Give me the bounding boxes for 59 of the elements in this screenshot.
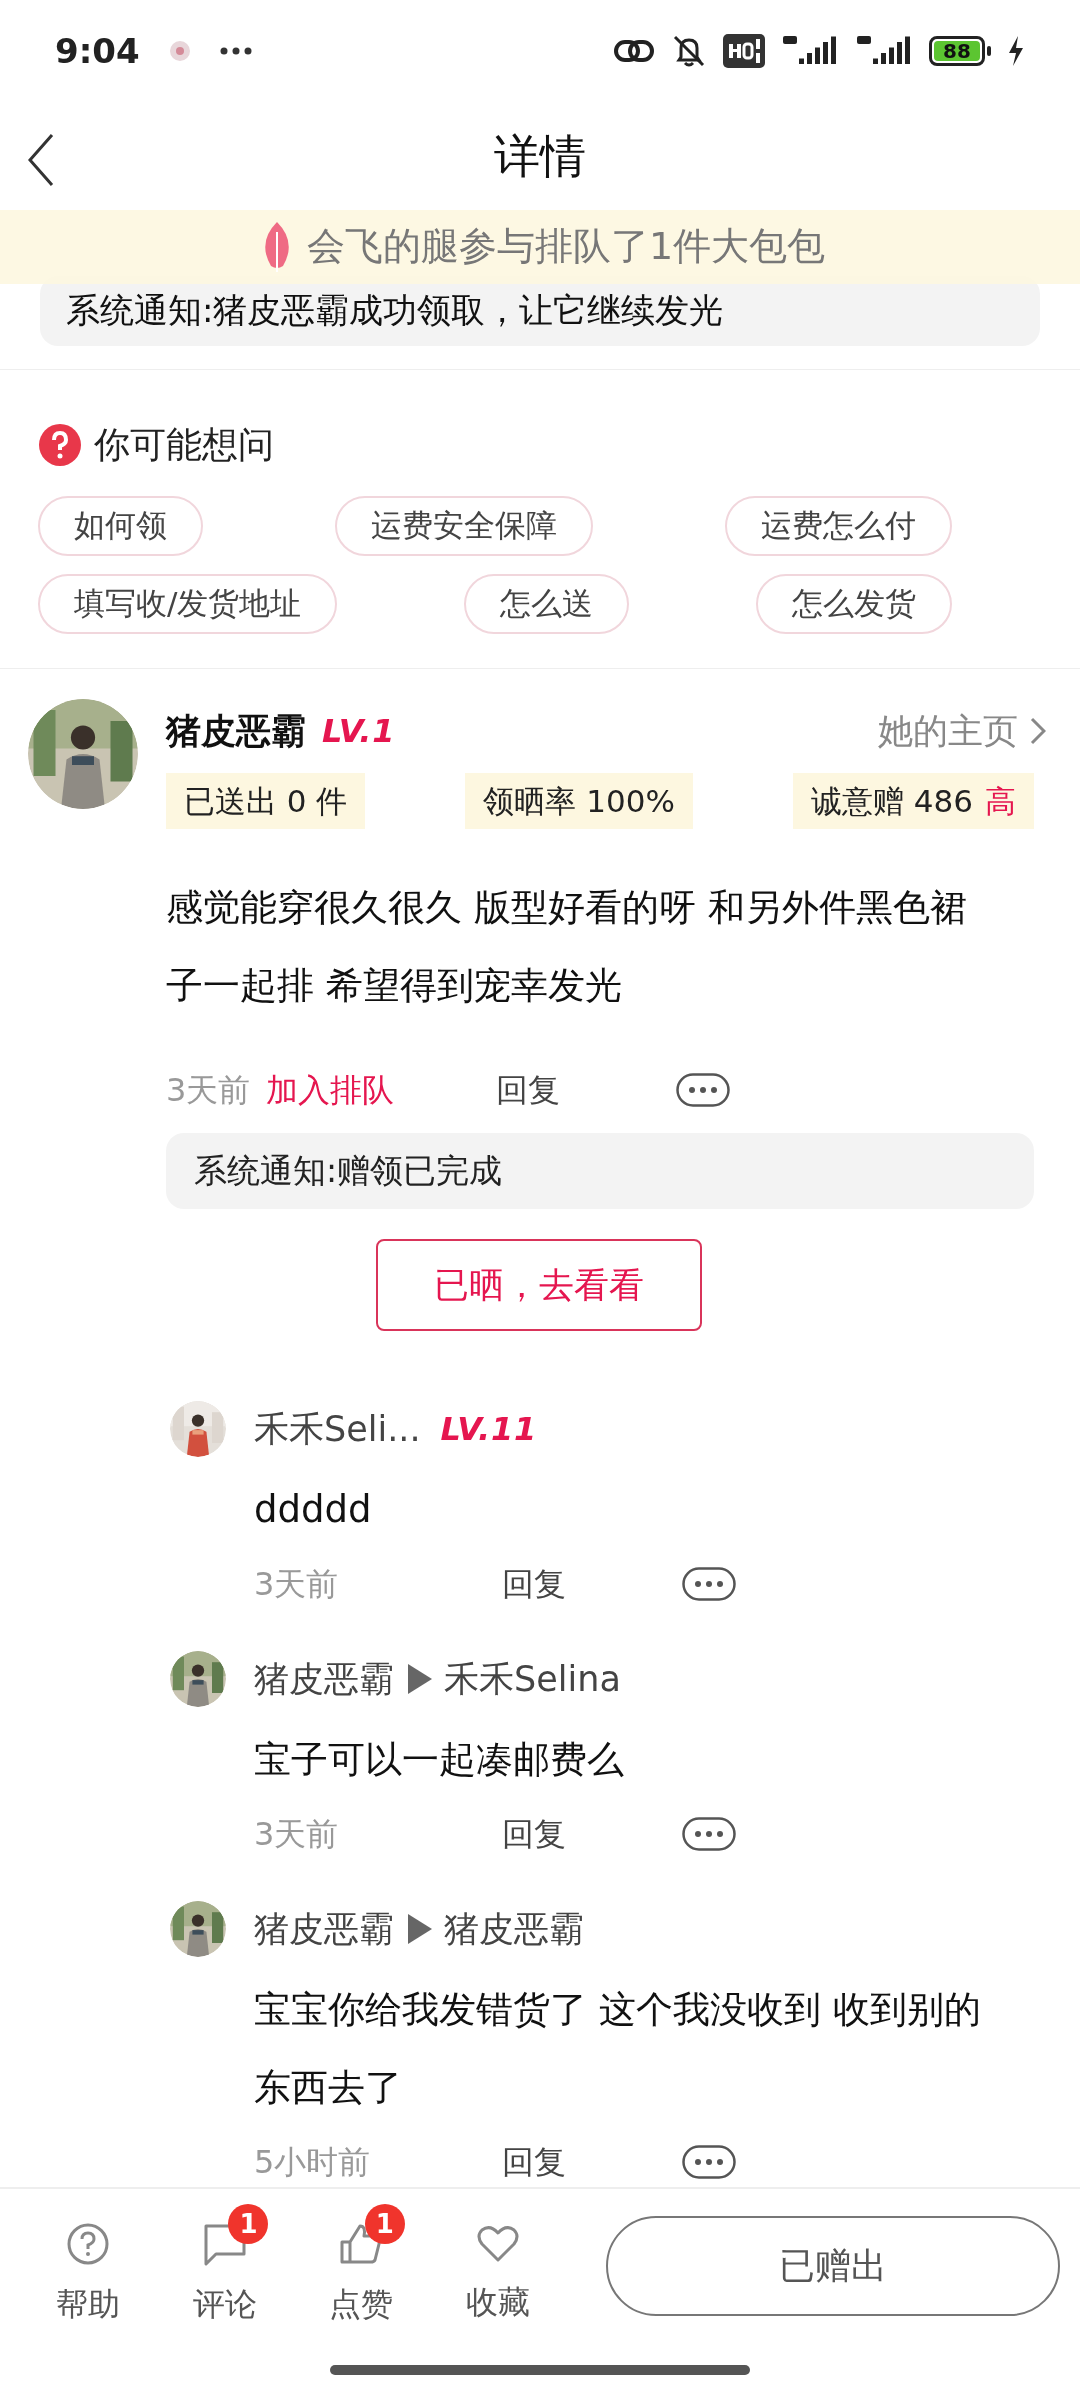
reply-text: 宝子可以一起凑邮费么 — [254, 1737, 625, 1784]
more-icon[interactable] — [676, 1073, 730, 1108]
battery-level: 88 — [934, 41, 980, 62]
system-notice: 系统通知:赠领已完成 — [166, 1133, 1034, 1210]
reply-button[interactable]: 回复 — [502, 2138, 682, 2187]
question-chip[interactable]: 运费安全保障 — [335, 495, 593, 556]
arrow-right-icon — [406, 1664, 432, 1695]
reply-time: 5小时前 — [254, 2142, 372, 2184]
view-button[interactable]: 已晒，去看看 — [376, 1239, 702, 1332]
target-name: 禾禾Selina — [444, 1657, 621, 1701]
reply-button[interactable]: 回复 — [502, 1560, 682, 1609]
count-badge: 1 — [228, 2204, 269, 2245]
more-icon — [219, 47, 252, 56]
user-name: 猪皮恶霸 — [166, 709, 306, 753]
stat-label: 已送出 0 件 — [184, 781, 348, 821]
target-name: 猪皮恶霸 — [444, 1907, 584, 1951]
reply-text: 宝宝你给我发错货了 这个我没收到 收到别的东西去了 — [254, 1987, 982, 2112]
app-notification-icon — [169, 41, 190, 62]
more-icon[interactable] — [682, 1567, 736, 1602]
question-chip[interactable]: 如何领 — [38, 495, 203, 556]
status-time: 9:04 — [55, 29, 140, 73]
more-icon[interactable] — [682, 1817, 736, 1852]
toast-text: 会飞的腿参与排队了1件大包包 — [306, 223, 826, 271]
stat-label: 诚意赠 486 — [810, 781, 973, 821]
reply-button[interactable]: 回复 — [502, 1810, 682, 1859]
bottom-tab[interactable]: 评论 1 — [156, 2204, 293, 2329]
reply-button[interactable]: 回复 — [496, 1066, 676, 1115]
post-time: 3天前 — [166, 1070, 252, 1112]
help-icon — [66, 2222, 111, 2267]
level-label: LV.1 — [322, 710, 396, 752]
profile-link[interactable]: 她的主页 — [878, 704, 1052, 758]
section-title: 你可能想问 — [94, 422, 274, 467]
stat-label: 领晒率 100% — [483, 781, 675, 821]
question-chip[interactable]: 运费怎么付 — [725, 495, 952, 556]
user-name: 猪皮恶霸 — [254, 1657, 394, 1701]
bottom-tab[interactable]: 帮助 — [20, 2204, 157, 2329]
question-chip[interactable]: 怎么送 — [464, 573, 630, 634]
help-icon — [38, 422, 82, 467]
more-icon[interactable] — [682, 2145, 736, 2180]
bottom-tab[interactable]: 点赞 1 — [292, 2204, 430, 2329]
rating-label: 高 — [985, 781, 1016, 821]
user-name: 猪皮恶霸 — [254, 1907, 394, 1951]
question-chip[interactable]: 怎么发货 — [756, 573, 952, 634]
page-title: 详情 — [494, 127, 586, 185]
bottom-tab[interactable]: 收藏 — [429, 2206, 566, 2327]
question-chip[interactable]: 填写收/发货地址 — [38, 573, 338, 634]
arrow-right-icon — [406, 1914, 432, 1945]
chevron-right-icon — [1030, 716, 1046, 745]
reply-time: 3天前 — [254, 1564, 340, 1606]
hd-icon — [723, 34, 765, 69]
queue-link[interactable]: 加入排队 — [266, 1066, 496, 1115]
reply-time: 3天前 — [254, 1814, 340, 1856]
count-badge: 1 — [364, 2204, 405, 2245]
charging-icon — [1007, 36, 1025, 67]
given-button[interactable]: 已赠出 — [605, 2216, 1060, 2317]
post-text: 感觉能穿很久很久 版型好看的呀 和另外件黑色裙子一起排 希望得到宠幸发光 — [166, 885, 968, 1010]
user-name: 禾禾Seli... — [254, 1407, 421, 1451]
reply-text: ddddd — [254, 1487, 373, 1534]
level-label: LV.11 — [440, 1410, 538, 1449]
